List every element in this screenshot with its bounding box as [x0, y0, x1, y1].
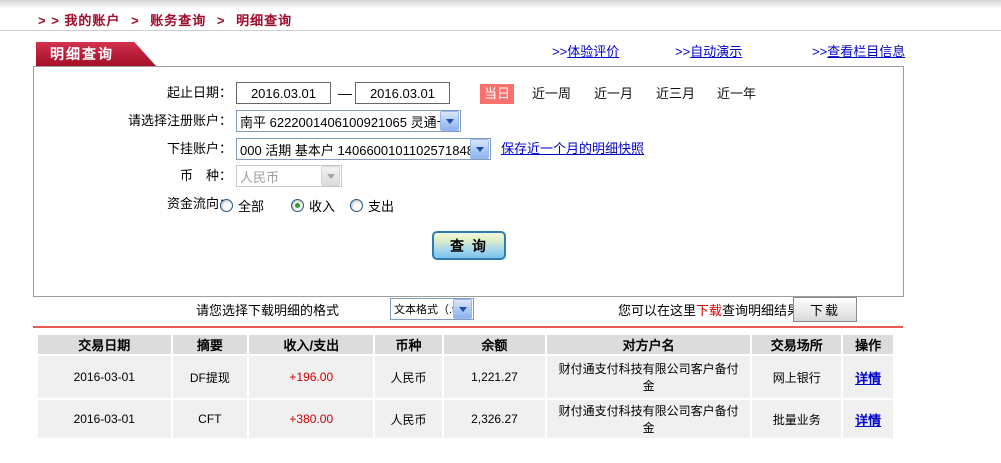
cell-balance: 2,326.27	[443, 400, 546, 438]
red-divider	[33, 326, 903, 328]
breadcrumb-item-detail-query[interactable]: 明细查询	[236, 13, 292, 28]
cell-currency: 人民币	[375, 400, 442, 438]
register-account-label: 请选择注册账户：	[127, 113, 232, 128]
cell-amount: +380.00	[249, 400, 374, 438]
breadcrumb-prefix: > >	[38, 13, 60, 28]
table-row: 2016-03-01 CFT +380.00 人民币 2,326.27 财付通支…	[38, 400, 893, 438]
col-header-action: 操作	[843, 335, 893, 354]
download-format-select[interactable]: 文本格式（.txt）	[390, 298, 474, 320]
breadcrumb: > > 我的账户 > 账务查询 > 明细查询	[38, 10, 292, 29]
start-date-input[interactable]	[236, 82, 331, 104]
radio-flow-income-label: 收入	[309, 199, 336, 214]
sub-account-value: 000 活期 基本户 1406600101102571848	[240, 142, 470, 158]
radio-circle-icon	[220, 199, 233, 212]
double-arrow-icon: >>	[812, 44, 828, 59]
cell-amount: +196.00	[249, 356, 374, 398]
date-range-label: 起止日期：	[166, 85, 232, 100]
tab-title: 明细查询	[50, 46, 114, 62]
cell-summary: CFT	[172, 400, 248, 438]
col-header-summary: 摘要	[172, 335, 248, 354]
table-row: 2016-03-01 DF提现 +196.00 人民币 1,221.27 财付通…	[38, 356, 893, 398]
col-header-date: 交易日期	[38, 335, 171, 354]
detail-link[interactable]: 详情	[855, 371, 881, 386]
detail-link[interactable]: 详情	[855, 413, 881, 428]
radio-flow-all[interactable]: 全部	[220, 196, 264, 215]
col-header-counterparty: 对方户名	[547, 335, 751, 354]
cell-date: 2016-03-01	[38, 400, 171, 438]
breadcrumb-item-account-query[interactable]: 账务查询	[150, 13, 206, 28]
quick-range-today[interactable]: 当日	[480, 84, 514, 104]
quick-range-3months[interactable]: 近三月	[656, 84, 695, 104]
quick-range-year[interactable]: 近一年	[717, 84, 756, 104]
col-header-amount: 收入/支出	[249, 335, 374, 354]
radio-flow-all-label: 全部	[238, 199, 265, 214]
currency-value: 人民币	[240, 169, 280, 185]
cell-summary: DF提现	[172, 356, 248, 398]
table-header-row: 交易日期 摘要 收入/支出 币种 余额 对方户名 交易场所 操作	[38, 335, 893, 354]
sub-account-select[interactable]: 000 活期 基本户 1406600101102571848	[236, 138, 491, 160]
breadcrumb-separator: >	[216, 13, 226, 28]
transaction-table: 交易日期 摘要 收入/支出 币种 余额 对方户名 交易场所 操作 2016-03…	[36, 333, 895, 440]
cell-currency: 人民币	[375, 356, 442, 398]
tab-detail-query[interactable]: 明细查询	[36, 42, 156, 66]
radio-circle-icon	[291, 199, 304, 212]
col-header-balance: 余额	[443, 335, 546, 354]
register-account-select[interactable]: 南平 6222001406100921065 灵通卡	[236, 110, 461, 132]
currency-label: 币 种：	[179, 168, 232, 183]
link-view-column-info[interactable]: >>查看栏目信息	[812, 41, 905, 60]
radio-circle-icon	[350, 199, 363, 212]
col-header-currency: 币种	[375, 335, 442, 354]
radio-flow-expense[interactable]: 支出	[350, 196, 394, 215]
breadcrumb-divider	[0, 30, 1001, 31]
chevron-down-icon	[321, 166, 340, 186]
cell-date: 2016-03-01	[38, 356, 171, 398]
cell-channel: 网上银行	[752, 356, 842, 398]
download-format-label: 请您选择下载明细的格式	[196, 303, 340, 318]
cell-counterparty: 财付通支付科技有限公司客户备付金	[547, 356, 751, 398]
save-monthly-snapshot-link[interactable]: 保存近一个月的明细快照	[501, 138, 644, 160]
download-format-value: 文本格式（.txt）	[394, 304, 453, 316]
chevron-down-icon[interactable]	[440, 111, 459, 131]
end-date-input[interactable]	[355, 82, 450, 104]
chevron-down-icon[interactable]	[453, 299, 472, 319]
radio-flow-income[interactable]: 收入	[291, 196, 335, 215]
top-gradient-bar	[0, 0, 1001, 9]
date-range-dash: —	[338, 85, 352, 101]
download-hint: 您可以在这里下载查询明细结果	[618, 303, 801, 318]
quick-range-month[interactable]: 近一月	[594, 84, 633, 104]
radio-flow-expense-label: 支出	[368, 199, 395, 214]
cell-balance: 1,221.27	[443, 356, 546, 398]
download-hint-highlight: 下载	[696, 303, 723, 318]
flow-label: 资金流向：	[166, 196, 232, 211]
double-arrow-icon: >>	[552, 44, 568, 59]
quick-range-week[interactable]: 近一周	[532, 84, 571, 104]
cell-channel: 批量业务	[752, 400, 842, 438]
register-account-value: 南平 6222001406100921065 灵通卡	[240, 114, 440, 130]
link-experience-rating[interactable]: >>体验评价	[552, 41, 619, 60]
sub-account-label: 下挂账户：	[166, 141, 232, 156]
currency-select: 人民币	[236, 165, 342, 187]
breadcrumb-item-my-account[interactable]: 我的账户	[64, 13, 120, 28]
query-button[interactable]: 查 询	[432, 231, 506, 260]
link-auto-demo[interactable]: >>自动演示	[675, 41, 742, 60]
chevron-down-icon[interactable]	[470, 139, 489, 159]
detail-query-page: > > 我的账户 > 账务查询 > 明细查询 明细查询 >>体验评价 >>自动演…	[0, 0, 1001, 463]
download-button[interactable]: 下载	[793, 297, 857, 322]
breadcrumb-separator: >	[131, 13, 140, 28]
double-arrow-icon: >>	[675, 44, 691, 59]
cell-counterparty: 财付通支付科技有限公司客户备付金	[547, 400, 751, 438]
col-header-channel: 交易场所	[752, 335, 842, 354]
